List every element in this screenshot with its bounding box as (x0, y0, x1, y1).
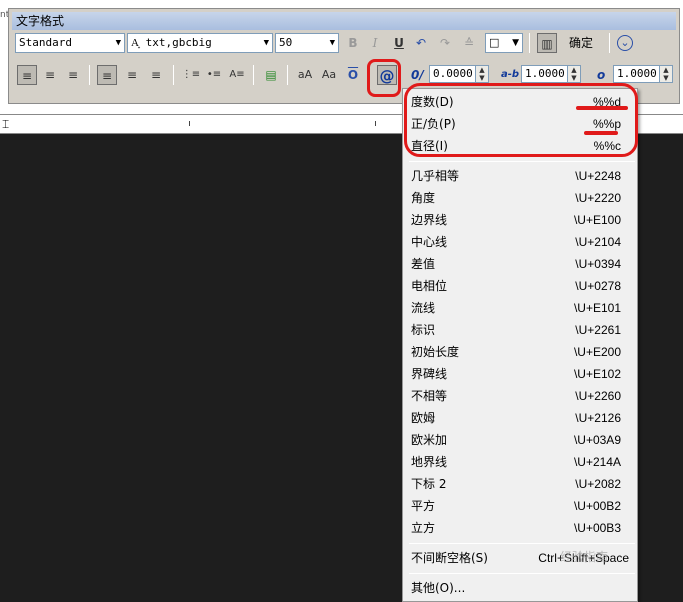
indent-marker-icon[interactable]: ⌶ (2, 117, 9, 131)
toolbar-separator (369, 65, 370, 85)
color-swatch-icon: □ (489, 36, 500, 49)
font-combo-value: txt,gbcbig (145, 36, 212, 49)
options-icon[interactable]: ⌄ (617, 35, 633, 51)
menu-item-center-line[interactable]: 中心线 \U+2104 (411, 231, 633, 253)
redo-icon[interactable]: ↷ (435, 33, 455, 53)
dropdown-arrow-icon: ▼ (115, 38, 121, 48)
menu-item-cubed[interactable]: 立方 \U+00B3 (411, 517, 633, 539)
menu-item-not-equal[interactable]: 不相等 \U+2260 (411, 385, 633, 407)
align-right-icon[interactable]: ≡ (63, 65, 83, 85)
italic-button[interactable]: I (365, 33, 385, 53)
color-combo[interactable]: □ ▼ (485, 33, 523, 53)
dropdown-arrow-icon: ▼ (512, 38, 519, 48)
toolbar-separator (173, 65, 174, 85)
toolbar-separator (609, 33, 610, 53)
valign-top-icon[interactable]: ≡ (97, 65, 117, 85)
lowercase-icon[interactable]: aA (295, 65, 315, 85)
menu-separator (409, 161, 635, 162)
menu-item-ohm[interactable]: 欧姆 \U+2126 (411, 407, 633, 429)
menu-item-other[interactable]: 其他(O)... (411, 577, 633, 599)
symbol-menu: 度数(D) %%d 正/负(P) %%p 直径(I) %%c 几乎相等 \U+2248 … (402, 88, 638, 602)
bold-button[interactable]: B (343, 33, 363, 53)
ruler-tick (189, 121, 190, 126)
underline-button[interactable]: U (389, 33, 409, 53)
dropdown-arrow-icon: ▼ (263, 38, 269, 48)
menu-item-property-line[interactable]: 地界线 \U+214A (411, 451, 633, 473)
undo-icon[interactable]: ↶ (411, 33, 431, 53)
uppercase-icon[interactable]: Aa (319, 65, 339, 85)
menu-item-electrical-phase[interactable]: 电相位 \U+0278 (411, 275, 633, 297)
toolbar-title[interactable]: 文字格式 (12, 12, 676, 30)
ruler-toggle-icon[interactable]: ▥ (537, 33, 557, 53)
menu-item-subscript-2[interactable]: 下标 2 \U+2082 (411, 473, 633, 495)
insert-field-icon[interactable]: ▤ (261, 65, 281, 85)
menu-item-initial-length[interactable]: 初始长度 \U+E200 (411, 341, 633, 363)
oblique-spin-icon[interactable]: ▲ ▼ (475, 65, 489, 83)
symbol-button[interactable]: @ (377, 65, 397, 85)
width-spin-icon[interactable]: ▲ ▼ (659, 65, 673, 83)
menu-item-omega[interactable]: 欧米加 \U+03A9 (411, 429, 633, 451)
stack-icon[interactable]: ≙ (459, 33, 479, 53)
menu-separator (409, 573, 635, 574)
tracking-spin-icon[interactable]: ▲ ▼ (567, 65, 581, 83)
font-icon: A͙ (131, 36, 146, 49)
width-factor-icon: o (597, 68, 606, 82)
plus-minus-code-underline (584, 131, 618, 135)
valign-middle-icon[interactable]: ≡ (122, 65, 142, 85)
tracking-icon: a-b (501, 69, 520, 80)
tracking-input[interactable]: 1.0000 (521, 65, 573, 83)
menu-item-identity[interactable]: 标识 \U+2261 (411, 319, 633, 341)
dropdown-arrow-icon: ▼ (329, 38, 335, 48)
style-combo-value: Standard (19, 36, 72, 49)
menu-item-diameter[interactable]: 直径(I) %%c (411, 135, 633, 157)
font-combo[interactable]: A͙ txt,gbcbig ▼ (127, 33, 273, 53)
bullet-list-icon[interactable]: •≡ (204, 65, 224, 85)
toolbar-row-1: Standard ▼ A͙ txt,gbcbig ▼ 50 ▼ B I U ↶ … (9, 33, 681, 57)
menu-item-delta[interactable]: 差值 \U+0394 (411, 253, 633, 275)
text-height-value: 50 (279, 36, 293, 49)
menu-item-squared[interactable]: 平方 \U+00B2 (411, 495, 633, 517)
overline-icon[interactable]: O (343, 65, 363, 85)
numbered-list-icon[interactable]: ⋮≡ (181, 65, 201, 85)
align-center-icon[interactable]: ≡ (40, 65, 60, 85)
style-combo[interactable]: Standard ▼ (15, 33, 125, 53)
degree-code-underline (576, 106, 628, 110)
width-factor-input[interactable]: 1.0000 (613, 65, 665, 83)
valign-bottom-icon[interactable]: ≡ (146, 65, 166, 85)
oblique-angle-input[interactable]: 0.0000 (429, 65, 481, 83)
menu-item-monument-line[interactable]: 界碑线 \U+E102 (411, 363, 633, 385)
menu-item-angle[interactable]: 角度 \U+2220 (411, 187, 633, 209)
watermark: 经验指南 (560, 550, 609, 564)
oblique-angle-icon: 0/ (411, 68, 424, 82)
menu-item-boundary-line[interactable]: 边界线 \U+E100 (411, 209, 633, 231)
menu-separator (409, 543, 635, 544)
toolbar-separator (287, 65, 288, 85)
menu-item-almost-equal[interactable]: 几乎相等 \U+2248 (411, 165, 633, 187)
menu-item-flow-line[interactable]: 流线 \U+E101 (411, 297, 633, 319)
toolbar-separator (253, 65, 254, 85)
ok-button[interactable]: 确定 (569, 33, 593, 53)
text-height-combo[interactable]: 50 ▼ (275, 33, 339, 53)
ruler-tick (375, 121, 376, 126)
align-left-icon[interactable]: ≡ (17, 65, 37, 85)
lettered-list-icon[interactable]: A≡ (227, 65, 247, 85)
toolbar-separator (529, 33, 530, 53)
menu-gutter (403, 89, 407, 601)
toolbar-separator (89, 65, 90, 85)
